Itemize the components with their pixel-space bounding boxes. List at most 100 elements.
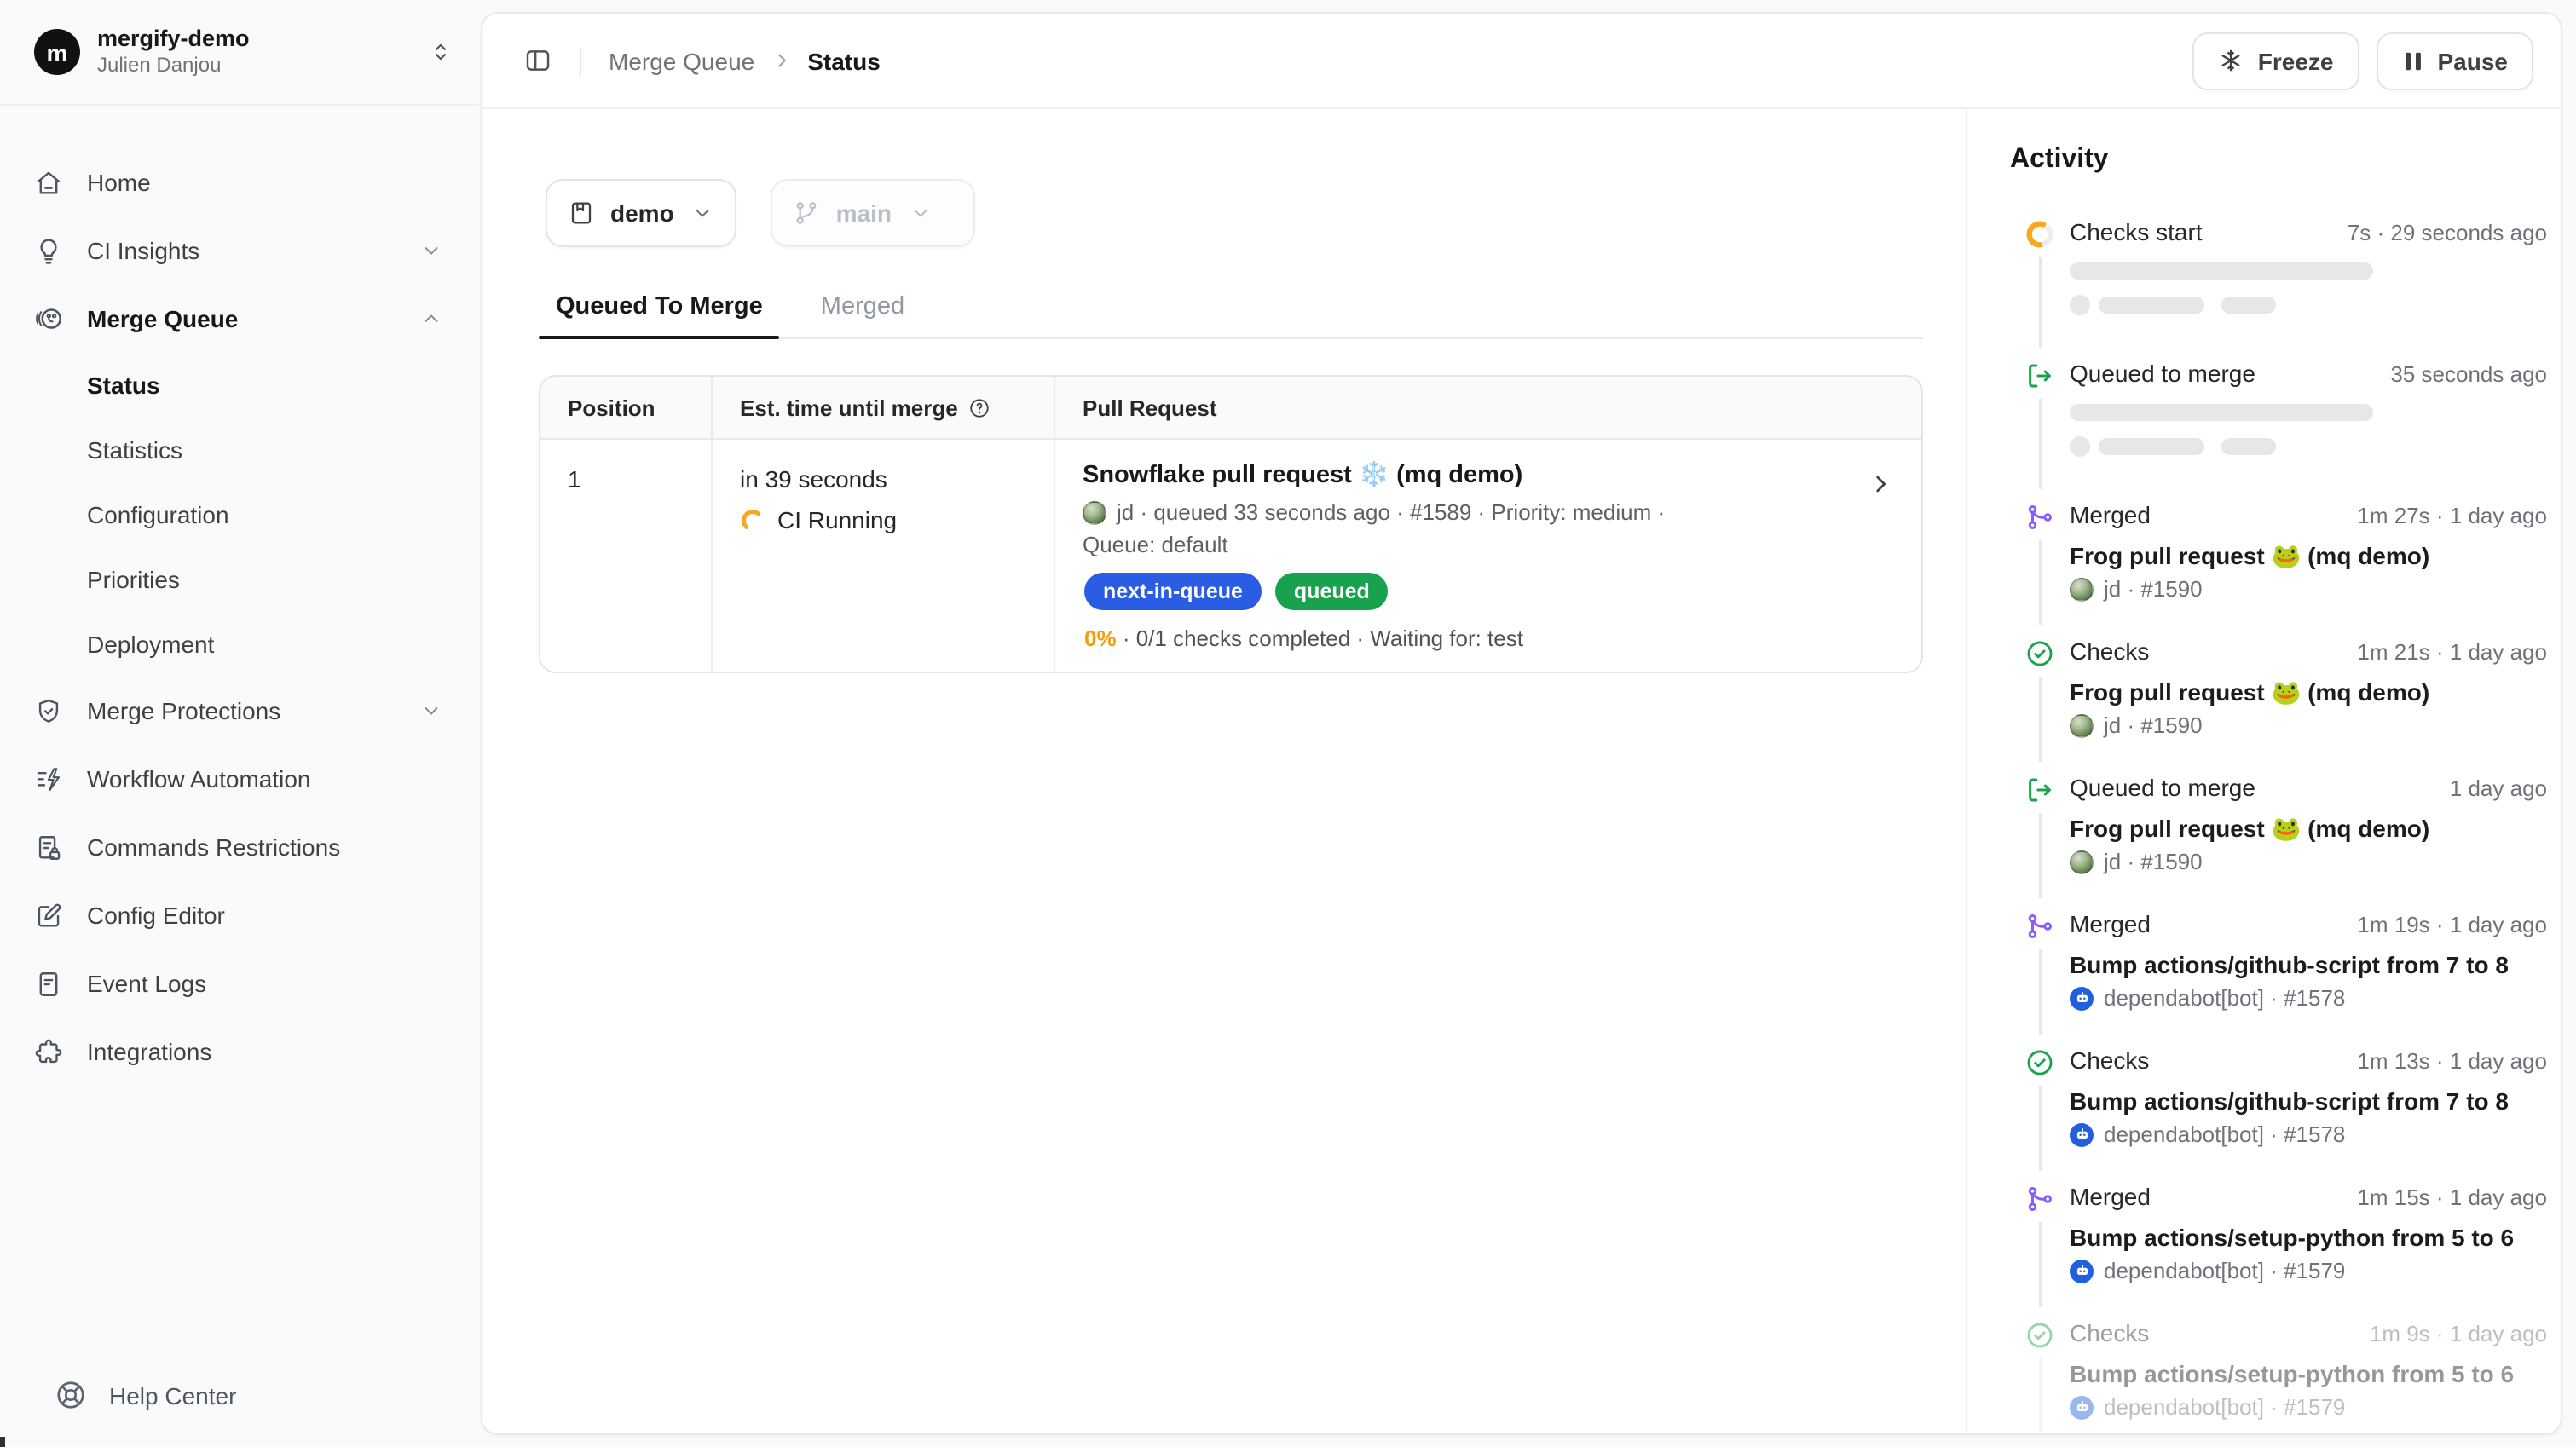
org-owner: Julien Danjou (97, 53, 428, 78)
git-merge-icon (2025, 503, 2054, 532)
queue-content: demo main Queued To Merge Merged Po (482, 109, 1966, 1433)
sidebar-item-integrations[interactable]: Integrations (34, 1018, 460, 1086)
sidebar-item-configuration[interactable]: Configuration (34, 482, 460, 547)
lifebuoy-icon (55, 1379, 87, 1411)
activity-event-time: 35 seconds ago (2390, 361, 2547, 387)
activity-pr-title[interactable]: Frog pull request 🐸 (mq demo) (2070, 813, 2547, 845)
breadcrumb-merge-queue[interactable]: Merge Queue (609, 47, 754, 74)
activity-event-time: 1 day ago (2450, 775, 2547, 801)
skeleton-bar (2221, 438, 2276, 455)
activity-item[interactable]: Merged 1m 19s · 1 day ago Bump actions/g… (2025, 910, 2547, 1046)
pr-title[interactable]: Snowflake pull request ❄️ (mq demo) (1083, 460, 1921, 489)
activity-item[interactable]: Checks 1m 21s · 1 day ago Frog pull requ… (2025, 637, 2547, 774)
activity-pr-title[interactable]: Bump actions/github-script from 7 to 8 (2070, 1086, 2547, 1118)
repository-select[interactable]: demo (546, 179, 737, 247)
queue-tabs: Queued To Merge Merged (539, 293, 1923, 339)
sidebar-item-ci-insights[interactable]: CI Insights (34, 216, 460, 285)
avatar-dependabot (2070, 1122, 2094, 1146)
breadcrumb-status: Status (807, 47, 881, 74)
branch-select[interactable]: main (771, 179, 976, 247)
activity-item[interactable]: Merged 1m 27s · 1 day ago Frog pull requ… (2025, 501, 2547, 637)
repository-select-value: demo (610, 199, 674, 227)
activity-pr-title[interactable]: Frog pull request 🐸 (mq demo) (2070, 677, 2547, 709)
timeline-connector (2039, 1086, 2042, 1171)
activity-pr-title[interactable]: Bump actions/setup-python from 5 to 6 (2070, 1358, 2547, 1391)
sidebar-nav: Home CI Insights Merge Queue Status Stat… (0, 106, 481, 1086)
timeline-connector (2039, 257, 2042, 348)
pause-button-label: Pause (2438, 47, 2509, 74)
freeze-button[interactable]: Freeze (2193, 32, 2359, 89)
repository-icon (568, 199, 595, 227)
activity-event-title: Queued to merge (2070, 774, 2255, 801)
timeline-connector (2039, 540, 2042, 625)
sidebar-item-commands-restrictions[interactable]: Commands Restrictions (34, 813, 460, 881)
freeze-button-label: Freeze (2258, 47, 2334, 74)
avatar-jd (2070, 850, 2094, 873)
sidebar-item-merge-protections[interactable]: Merge Protections (34, 677, 460, 745)
pause-button[interactable]: Pause (2377, 32, 2534, 89)
sidebar-item-priorities[interactable]: Priorities (34, 547, 460, 612)
row-chevron-right-icon[interactable] (1867, 470, 1894, 498)
circle-check-icon (2025, 1321, 2054, 1350)
activity-item[interactable]: Checks start 7s · 29 seconds ago (2025, 218, 2547, 360)
help-center-link[interactable]: Help Center (55, 1379, 236, 1411)
tab-queued-to-merge[interactable]: Queued To Merge (539, 293, 780, 337)
queued-to-merge-icon (2025, 775, 2054, 804)
edit-square-icon (34, 901, 63, 930)
sidebar-item-config-editor[interactable]: Config Editor (34, 881, 460, 949)
skeleton-avatar (2070, 436, 2090, 457)
activity-item[interactable]: Merged 1m 15s · 1 day ago Bump actions/s… (2025, 1183, 2547, 1319)
queue-row-1[interactable]: 1 in 39 seconds CI Running Snowflake pul… (540, 440, 1921, 672)
chevron-down-icon (909, 201, 933, 225)
sidebar-item-merge-queue[interactable]: Merge Queue (34, 285, 460, 353)
checks-summary: · 0/1 checks completed · Waiting for: te… (1123, 625, 1523, 651)
activity-event-title: Checks (2070, 1319, 2149, 1346)
avatar-jd (1083, 500, 1106, 524)
sidebar-item-home[interactable]: Home (34, 148, 460, 216)
activity-event-title: Checks start (2070, 218, 2203, 245)
activity-item[interactable]: Queued to merge 1 day ago Frog pull requ… (2025, 774, 2547, 910)
activity-event-title: Checks (2070, 637, 2149, 665)
sidebar-item-statistics[interactable]: Statistics (34, 418, 460, 482)
timeline-connector (2039, 399, 2042, 489)
timeline-connector (2039, 677, 2042, 762)
sidebar-item-workflow-automation[interactable]: Workflow Automation (34, 745, 460, 813)
sidebar-item-event-logs[interactable]: Event Logs (34, 949, 460, 1018)
activity-panel: Activity Checks start 7s · 29 seconds ag… (1966, 109, 2561, 1433)
skeleton-bar (2070, 262, 2373, 280)
sidebar-toggle-button[interactable] (523, 46, 552, 75)
workflow-zap-icon (34, 764, 63, 793)
activity-item[interactable]: Checks 1m 13s · 1 day ago Bump actions/g… (2025, 1046, 2547, 1183)
sidebar-item-label: Integrations (87, 1038, 460, 1065)
timeline-connector (2039, 813, 2042, 898)
chevron-down-icon (419, 699, 443, 723)
help-circle-icon[interactable] (968, 396, 991, 418)
org-switcher[interactable]: m mergify-demo Julien Danjou (0, 0, 481, 106)
activity-item[interactable]: Checks 1m 9s · 1 day ago Bump actions/se… (2025, 1319, 2547, 1433)
sidebar-item-label: Merge Queue (87, 305, 419, 332)
skeleton-bar (2099, 438, 2204, 455)
sidebar-item-deployment[interactable]: Deployment (34, 612, 460, 677)
activity-pr-title[interactable]: Bump actions/setup-python from 5 to 6 (2070, 1222, 2547, 1254)
timeline-connector (2039, 1222, 2042, 1307)
git-branch-icon (794, 199, 821, 227)
sidebar-item-status[interactable]: Status (34, 353, 460, 418)
cell-pull-request: Snowflake pull request ❄️ (mq demo) jd ·… (1055, 440, 1921, 672)
activity-pr-title[interactable]: Bump actions/github-script from 7 to 8 (2070, 949, 2547, 982)
tab-merged[interactable]: Merged (804, 293, 921, 337)
checks-start-spinner-icon (2025, 220, 2054, 249)
column-pull-request: Pull Request (1055, 377, 1921, 438)
git-merge-icon (2025, 1185, 2054, 1214)
activity-item[interactable]: Queued to merge 35 seconds ago (2025, 360, 2547, 501)
activity-pr-title[interactable]: Frog pull request 🐸 (mq demo) (2070, 540, 2547, 573)
activity-event-title: Merged (2070, 910, 2151, 937)
mergify-logo: m (34, 29, 80, 75)
activity-event-title: Queued to merge (2070, 360, 2255, 387)
activity-pr-byline: jd · #1590 (2104, 576, 2203, 602)
chevrons-up-down-icon (428, 39, 453, 65)
cell-eta: in 39 seconds CI Running (713, 440, 1055, 672)
column-eta: Est. time until merge (713, 377, 1055, 438)
column-position: Position (540, 377, 713, 438)
activity-title: Activity (2010, 143, 2547, 177)
skeleton-bar (2099, 297, 2204, 314)
